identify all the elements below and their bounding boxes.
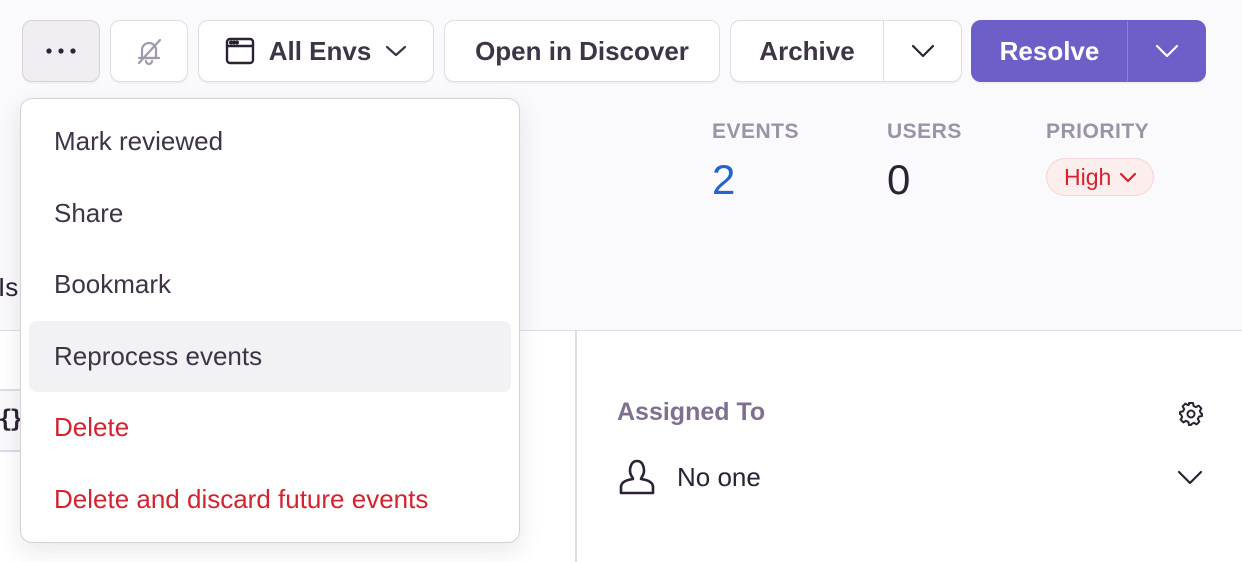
events-label: EVENTS: [712, 120, 800, 143]
archive-button[interactable]: Archive: [731, 21, 884, 81]
partial-text: Is: [0, 272, 19, 302]
priority-stat: PRIORITY High: [1046, 120, 1155, 196]
divider: [0, 389, 22, 391]
priority-value: High: [1064, 163, 1112, 190]
menu-item-share[interactable]: Share: [29, 178, 511, 250]
menu-item-delete[interactable]: Delete: [29, 392, 511, 464]
menu-item-mark-reviewed[interactable]: Mark reviewed: [29, 106, 511, 178]
users-stat: USERS 0: [887, 120, 962, 204]
users-label: USERS: [887, 120, 962, 143]
bell-off-icon: [137, 38, 162, 66]
resolve-button[interactable]: Resolve: [972, 21, 1128, 81]
mute-button[interactable]: [110, 20, 188, 82]
window-icon: [225, 37, 254, 65]
chevron-down-icon: [1120, 172, 1137, 182]
priority-label: PRIORITY: [1046, 120, 1150, 143]
resolve-options-button[interactable]: [1128, 21, 1205, 81]
divider: [0, 450, 22, 452]
assignee-selector[interactable]: No one: [617, 455, 1207, 499]
menu-item-delete-and-discard[interactable]: Delete and discard future events: [29, 464, 511, 536]
chevron-down-icon: [386, 45, 407, 57]
events-stat: EVENTS 2: [712, 120, 799, 204]
user-icon: [619, 459, 655, 495]
chevron-down-icon: [911, 44, 934, 58]
users-count: 0: [887, 156, 911, 203]
archive-options-button[interactable]: [884, 21, 961, 81]
resolve-button-group: Resolve: [971, 20, 1206, 82]
environment-label: All Envs: [268, 35, 372, 66]
column-divider: [575, 331, 577, 562]
archive-button-group: Archive: [730, 20, 962, 82]
events-count-link[interactable]: 2: [712, 156, 799, 204]
chevron-down-icon: [1155, 44, 1178, 58]
priority-dropdown[interactable]: High: [1046, 158, 1155, 196]
environment-selector[interactable]: All Envs: [198, 20, 434, 82]
more-actions-menu: Mark reviewed Share Bookmark Reprocess e…: [20, 98, 520, 543]
menu-item-bookmark[interactable]: Bookmark: [29, 249, 511, 321]
assignee-label: No one: [677, 461, 761, 492]
more-actions-button[interactable]: [22, 20, 100, 82]
open-in-discover-button[interactable]: Open in Discover: [444, 20, 720, 82]
braces-icon[interactable]: {}: [0, 405, 24, 433]
menu-item-reprocess-events[interactable]: Reprocess events: [29, 320, 511, 392]
assigned-to-heading: Assigned To: [617, 398, 766, 426]
ellipsis-icon: [46, 48, 76, 54]
chevron-down-icon: [1177, 470, 1203, 485]
gear-icon[interactable]: [1178, 401, 1204, 427]
